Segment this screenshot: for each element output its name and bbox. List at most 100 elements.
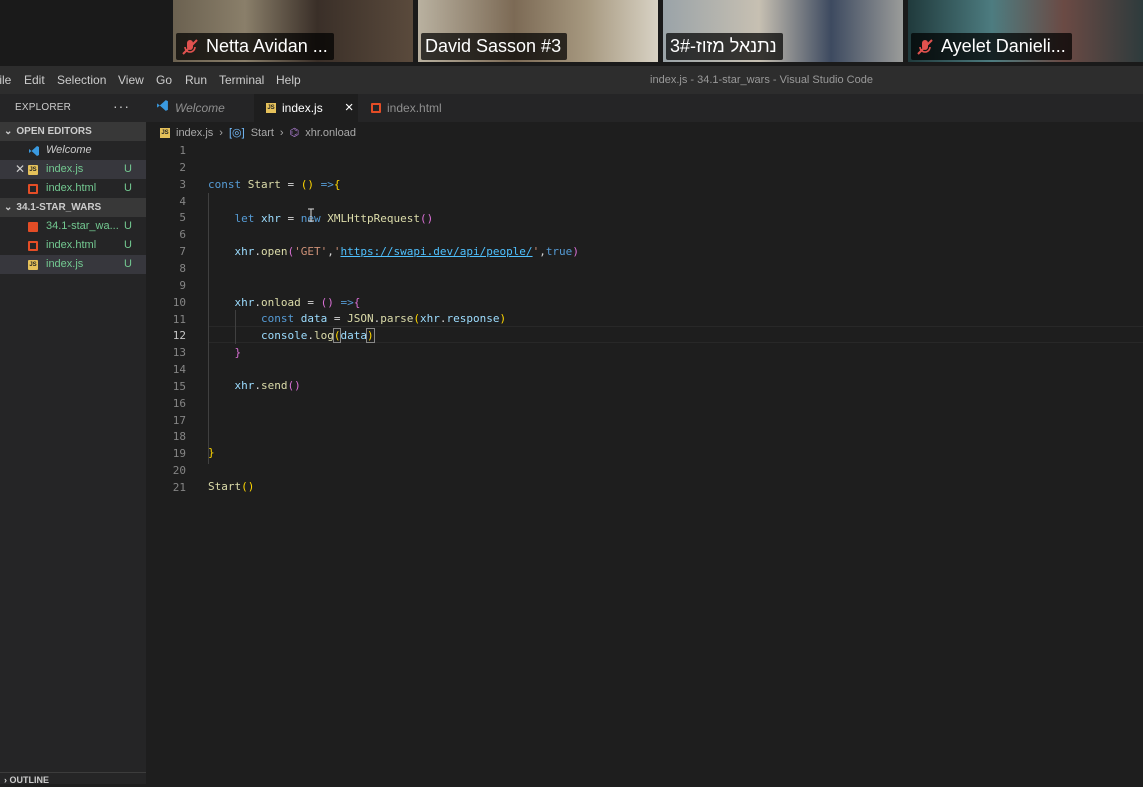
line-number: 1	[179, 144, 186, 157]
js-file-icon: JS	[160, 128, 170, 138]
line-number: 9	[179, 278, 186, 292]
vscode-icon	[156, 94, 169, 122]
participant-name-tag: Ayelet Danieli...	[911, 33, 1072, 60]
breadcrumb-item[interactable]: xhr.onload	[305, 124, 356, 142]
explorer-title: EXPLORER	[15, 102, 72, 113]
participant-tile[interactable]: David Sasson #3	[418, 0, 658, 62]
pdf-file-icon	[28, 222, 38, 232]
code-line: xhr.onload = () =>{	[234, 296, 361, 309]
file-label: index.js	[46, 163, 84, 175]
tab-index-html[interactable]: index.html	[361, 94, 471, 122]
chevron-down-icon: ⌄	[4, 202, 13, 213]
participant-name: Ayelet Danieli...	[941, 36, 1066, 56]
git-status-badge: U	[124, 239, 132, 251]
participant-tile[interactable]: Netta Avidan ...	[173, 0, 413, 62]
line-number: 8	[179, 261, 186, 275]
vscode-icon	[28, 145, 39, 156]
code-line: console.log(data)	[260, 328, 375, 343]
line-number: 12	[172, 329, 186, 343]
tab-welcome[interactable]: Welcome	[146, 94, 250, 122]
line-number: 19	[172, 447, 186, 461]
folder-file-item[interactable]: index.html U	[0, 236, 146, 255]
participant-name: Netta Avidan ...	[206, 36, 328, 56]
participant-tile[interactable]: נתנאל מזוז-3#	[663, 0, 903, 62]
close-icon[interactable]: ×	[345, 94, 354, 122]
line-number: 15	[172, 379, 186, 393]
line-number: 21	[172, 481, 186, 494]
line-number: 2	[179, 160, 186, 174]
file-label: index.html	[46, 182, 97, 194]
function-icon: ⌬	[289, 127, 300, 139]
chevron-right-icon: ›	[279, 127, 284, 139]
outline-section[interactable]: › OUTLINE	[0, 772, 146, 785]
line-number: 18	[172, 430, 186, 444]
line-number: 17	[172, 413, 186, 427]
video-participants-strip: Netta Avidan ... David Sasson #3 נתנאל מ…	[0, 0, 1143, 66]
file-label: Welcome	[46, 144, 92, 156]
participant-tile[interactable]: Ayelet Danieli...	[908, 0, 1143, 62]
line-number: 3	[179, 177, 186, 191]
code-line: const Start = () =>{	[208, 178, 341, 191]
chevron-right-icon: ›	[219, 127, 223, 139]
line-number: 6	[179, 228, 186, 242]
js-file-icon: JS	[266, 103, 276, 113]
line-number: 5	[179, 211, 186, 225]
muted-mic-icon	[180, 37, 200, 57]
code-line: xhr.open('GET','https://swapi.dev/api/pe…	[234, 245, 579, 258]
open-editor-item[interactable]: Welcome	[0, 141, 146, 160]
line-number: 16	[172, 396, 186, 410]
file-label: 34.1-star_wa...	[46, 220, 119, 232]
close-icon[interactable]: ✕	[15, 160, 25, 179]
section-label: 34.1-STAR_WARS	[16, 202, 102, 213]
breadcrumb: JS index.js › [◎] Start › ⌬ xhr.onload	[160, 124, 356, 142]
open-editor-item[interactable]: index.html U	[0, 179, 146, 198]
code-editor[interactable]: 1 2 3 4 5 6 7 8 9 10 11 12 13 14 15 16 17 18 19 20 21 const …	[146, 142, 1143, 784]
text-cursor-icon	[308, 208, 314, 222]
breadcrumb-item[interactable]: index.js	[176, 124, 213, 142]
breadcrumb-item[interactable]: Start	[251, 124, 274, 142]
participant-name-tag: Netta Avidan ...	[176, 33, 334, 60]
folder-file-item[interactable]: JS index.js U	[0, 255, 146, 274]
code-line: }	[208, 446, 215, 459]
js-file-icon: JS	[28, 260, 38, 270]
code-line: Start()	[208, 480, 255, 493]
folder-file-item[interactable]: 34.1-star_wa... U	[0, 217, 146, 236]
participant-name: David Sasson #3	[425, 36, 562, 56]
title-bar: File Edit Selection View Go Run Terminal…	[0, 66, 1143, 94]
code-line: const data = JSON.parse(xhr.response)	[260, 312, 507, 325]
line-number: 7	[179, 245, 186, 259]
git-status-badge: U	[124, 182, 132, 194]
git-status-badge: U	[124, 163, 132, 175]
git-status-badge: U	[124, 258, 132, 270]
tab-index-js[interactable]: JS index.js ×	[254, 94, 358, 122]
participant-name: נתנאל מזוז-3#	[670, 36, 777, 56]
git-status-badge: U	[124, 220, 132, 232]
tab-label: index.js	[282, 101, 323, 115]
html-file-icon	[28, 184, 38, 194]
line-number: 11	[172, 312, 186, 326]
chevron-down-icon: ⌄	[4, 126, 13, 137]
code-line: let xhr = new XMLHttpRequest()	[234, 212, 434, 225]
tab-label: Welcome	[175, 101, 225, 115]
html-file-icon	[371, 103, 381, 113]
window-title: index.js - 34.1-star_wars - Visual Studi…	[650, 74, 873, 86]
more-actions-icon[interactable]: ···	[113, 92, 130, 120]
line-number: 4	[179, 194, 186, 208]
symbol-icon: [◎]	[228, 127, 245, 139]
explorer-sidebar: EXPLORER ··· ⌄ OPEN EDITORS Welcome ✕ JS…	[0, 94, 146, 784]
line-number: 10	[172, 295, 186, 309]
file-label: index.js	[46, 258, 84, 270]
line-number: 13	[172, 346, 186, 360]
open-editors-section[interactable]: ⌄ OPEN EDITORS	[0, 122, 146, 141]
open-editor-item[interactable]: ✕ JS index.js U	[0, 160, 146, 179]
line-number: 20	[172, 464, 186, 478]
participant-name-tag: נתנאל מזוז-3#	[666, 33, 783, 60]
participant-name-tag: David Sasson #3	[421, 33, 568, 60]
explorer-header: EXPLORER ···	[0, 94, 146, 122]
muted-mic-icon	[915, 37, 935, 57]
folder-section[interactable]: ⌄ 34.1-STAR_WARS	[0, 198, 146, 217]
tab-label: index.html	[387, 101, 442, 115]
line-number: 14	[172, 363, 186, 377]
code-line: }	[234, 346, 242, 359]
section-label: OPEN EDITORS	[16, 126, 92, 137]
